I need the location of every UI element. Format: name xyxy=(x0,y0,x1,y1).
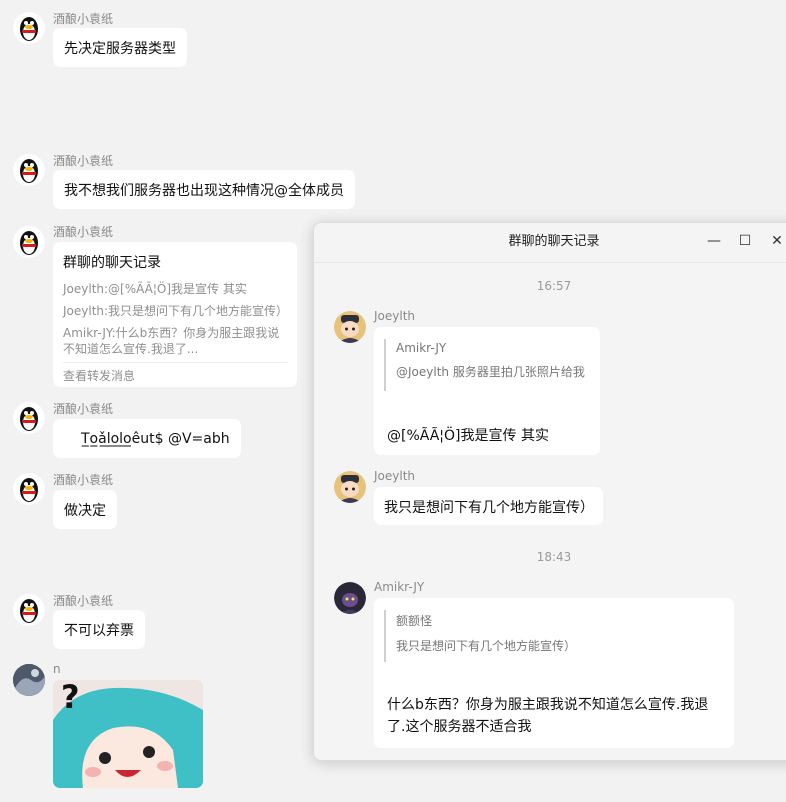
quoted-sender: 额额怪 xyxy=(396,614,433,628)
timestamp: 16:57 xyxy=(536,279,572,293)
qq-penguin-avatar[interactable] xyxy=(13,226,45,258)
sender-name: Joeylth xyxy=(374,469,416,483)
qq-penguin-avatar[interactable] xyxy=(13,594,45,626)
forwarded-line: Joeylth:@[%ÃÃ¦Ö]我是宣传 其实 xyxy=(63,282,247,296)
quoted-text: 我只是想问下有几个地方能宣传） xyxy=(396,639,577,653)
joeylth-avatar[interactable] xyxy=(334,311,366,343)
qq-penguin-avatar[interactable] xyxy=(13,154,45,186)
message-bubble[interactable]: Amikr-JY @Joeylth 服务器里拍几张照片给我 @[%ÃÃ¦Ö]我是… xyxy=(374,327,600,455)
quoted-sender: Amikr-JY xyxy=(396,341,447,355)
sticker-question-mark: ? xyxy=(61,680,80,716)
joeylth-avatar[interactable] xyxy=(334,471,366,503)
sender-name: Joeylth xyxy=(374,309,416,323)
message-bubble[interactable]: 先决定服务器类型 xyxy=(53,28,187,67)
message-bubble[interactable]: 额额怪 我只是想问下有几个地方能宣传） 什么b东西？你身为服主跟我说不知道怎么宣… xyxy=(374,598,734,748)
maximize-button[interactable]: ☐ xyxy=(735,231,755,251)
quoted-reply: Amikr-JY @Joeylth 服务器里拍几张照片给我 xyxy=(384,339,585,391)
sender-name: 酒酿小袁纸 xyxy=(53,154,114,168)
message-text: 什么b东西？你身为服主跟我说不知道怎么宣传.我退 xyxy=(387,697,709,713)
sender-name: 酒酿小袁纸 xyxy=(53,12,114,26)
message-text: @[%ÃÃ¦Ö]我是宣传 其实 xyxy=(387,428,549,444)
message-bubble[interactable]: 做决定 xyxy=(53,490,117,529)
message-text: 我只是想问下有几个地方能宣传） xyxy=(384,500,594,516)
sender-name: 酒酿小袁纸 xyxy=(53,225,114,239)
chat-record-window: 群聊的聊天记录 — ☐ ✕ 16:57 Joeylth Amikr-JY @Jo… xyxy=(313,222,786,761)
qq-penguin-avatar[interactable] xyxy=(13,473,45,505)
forwarded-title: 群聊的聊天记录 xyxy=(63,255,161,271)
view-forwarded-link[interactable]: 查看转发消息 xyxy=(63,367,135,384)
message-bubble[interactable]: T̲o̲ǎ̲l̲o̲l̲o̲êut$ @V=abh xyxy=(53,419,241,458)
divider xyxy=(314,262,786,263)
minimize-button[interactable]: — xyxy=(704,231,724,251)
qq-penguin-avatar[interactable] xyxy=(13,12,45,44)
forwarded-line: 不知道怎么宣传.我退了... xyxy=(63,342,199,356)
quoted-text: @Joeylth 服务器里拍几张照片给我 xyxy=(396,365,585,379)
message-text: 了.这个服务器不适合我 xyxy=(387,719,532,735)
input-toolbar xyxy=(0,788,786,802)
sender-name: 酒酿小袁纸 xyxy=(53,402,114,416)
sender-name: Amikr-JY xyxy=(374,580,425,594)
close-button[interactable]: ✕ xyxy=(767,231,786,251)
forwarded-line: Joeylth:我只是想问下有几个地方能宣传） xyxy=(63,304,289,318)
message-bubble[interactable]: 我不想我们服务器也出现这种情况@全体成员 xyxy=(53,170,355,209)
forwarded-line: Amikr-JY:什么b东西？你身为服主跟我说 xyxy=(63,326,280,340)
forwarded-chat-card[interactable]: 群聊的聊天记录 Joeylth:@[%ÃÃ¦Ö]我是宣传 其实 Joeylth:… xyxy=(53,242,297,387)
message-bubble[interactable]: 我只是想问下有几个地方能宣传） xyxy=(374,487,603,525)
sender-name: n xyxy=(53,662,61,676)
amikr-avatar[interactable] xyxy=(334,582,366,614)
qq-penguin-avatar[interactable] xyxy=(13,402,45,434)
message-bubble[interactable]: 不可以弃票 xyxy=(53,610,145,649)
miku-sticker-image[interactable]: ? xyxy=(53,680,203,788)
quoted-reply: 额额怪 我只是想问下有几个地方能宣传） xyxy=(384,610,576,662)
divider xyxy=(63,362,287,363)
sender-name: 酒酿小袁纸 xyxy=(53,594,114,608)
sender-name: 酒酿小袁纸 xyxy=(53,473,114,487)
user-avatar[interactable] xyxy=(13,664,45,696)
timestamp: 18:43 xyxy=(536,550,572,564)
